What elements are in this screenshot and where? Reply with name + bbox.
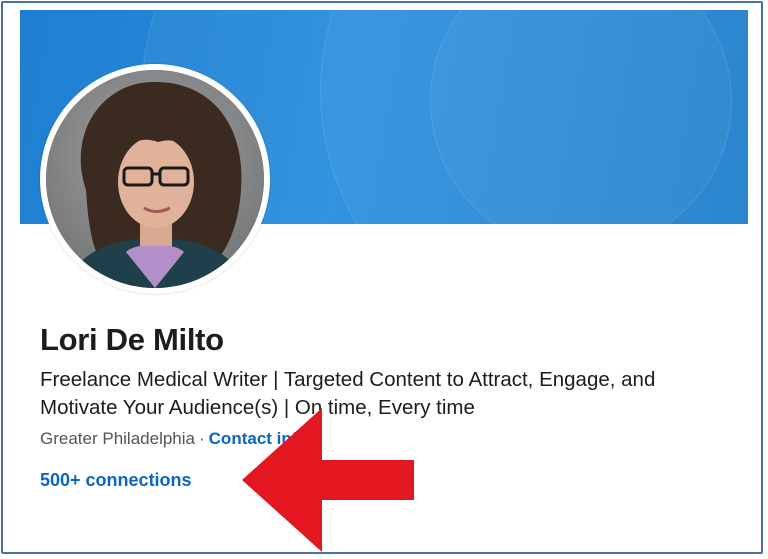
- profile-name: Lori De Milto: [40, 322, 224, 357]
- profile-photo[interactable]: [40, 64, 270, 294]
- connections-link[interactable]: 500+ connections: [40, 470, 192, 491]
- location-row: Greater Philadelphia · Contact info: [40, 429, 308, 449]
- profile-photo-image: [46, 70, 264, 288]
- contact-info-link[interactable]: Contact info: [209, 429, 308, 448]
- profile-headline: Freelance Medical Writer | Targeted Cont…: [40, 368, 656, 419]
- location-text: Greater Philadelphia: [40, 429, 195, 448]
- separator-dot: ·: [198, 429, 205, 448]
